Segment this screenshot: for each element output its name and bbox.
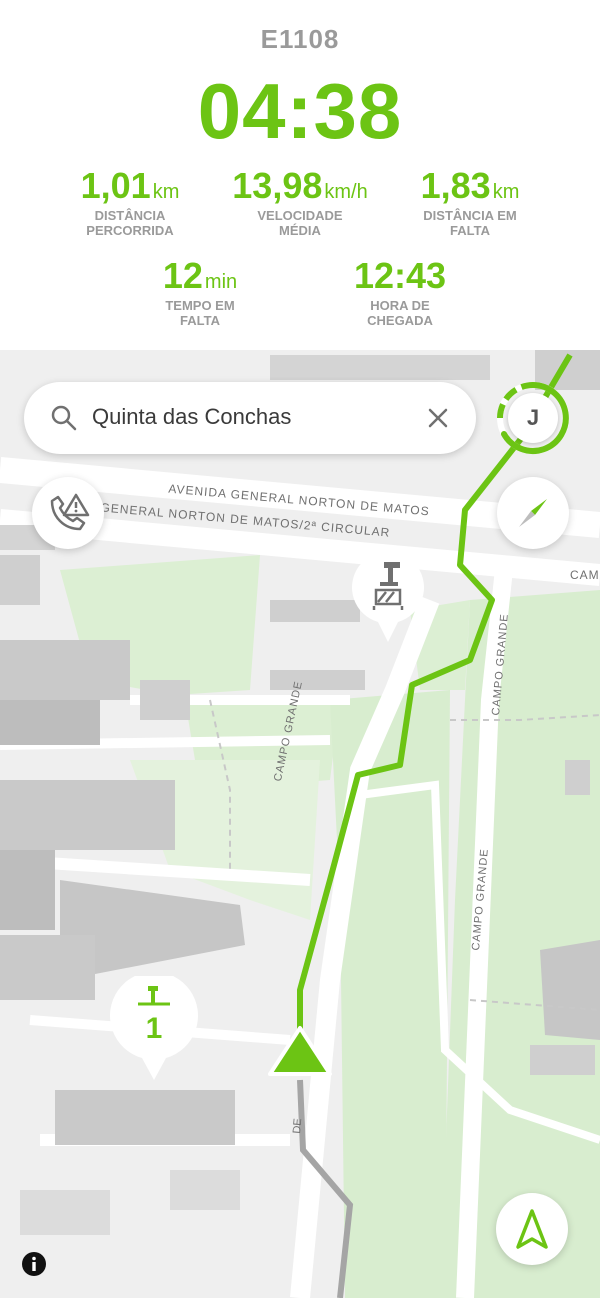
info-icon[interactable] (20, 1250, 48, 1278)
station-unavailable-icon (352, 551, 424, 642)
station-pin[interactable] (350, 550, 426, 646)
stat-unit: km (492, 181, 520, 203)
stat-value: 12 (162, 255, 203, 296)
stat-label: DISTÂNCIA EM FALTA (423, 208, 517, 238)
close-icon[interactable] (426, 406, 450, 430)
stat-value: 1,01 (80, 165, 151, 206)
dock-pin[interactable]: 1 (108, 976, 200, 1084)
search-icon (51, 405, 77, 431)
compass-button[interactable] (497, 477, 569, 549)
stat-avg-speed: 13,98 km/h VELOCIDADE MÉDIA (210, 165, 390, 239)
dock-count: 1 (145, 1012, 163, 1045)
stat-label: HORA DE CHEGADA (367, 298, 433, 328)
stat-value: 1,83 (420, 165, 491, 206)
avatar: J (508, 393, 558, 443)
stat-arrival-time: 12:43 HORA DE CHEGADA (325, 255, 475, 329)
report-issue-button[interactable] (32, 477, 104, 549)
phone-alert-icon (50, 493, 90, 531)
search-input[interactable]: Quinta das Conchas (92, 404, 291, 430)
user-location-arrow-icon (268, 1026, 332, 1076)
stat-value: 12:43 (353, 255, 447, 296)
stat-label: TEMPO EM FALTA (165, 298, 235, 328)
user-avatar-button[interactable]: J (496, 381, 570, 455)
recenter-button[interactable] (496, 1193, 568, 1265)
trip-id: E1108 (260, 24, 340, 54)
stat-distance-traveled: 1,01 km DISTÂNCIA PERCORRIDA (60, 165, 200, 239)
stat-unit: km (152, 181, 180, 203)
stat-unit: km/h (324, 181, 368, 203)
stat-label: VELOCIDADE MÉDIA (257, 208, 343, 238)
street-label: CAM (570, 568, 600, 582)
stat-value: 13,98 (232, 165, 323, 206)
stat-unit: min (204, 271, 238, 293)
search-bar[interactable]: Quinta das Conchas (24, 382, 476, 454)
elapsed-time: 04:38 (197, 67, 403, 155)
navigation-arrow-icon (516, 1209, 548, 1249)
street-label: DE (290, 1117, 305, 1135)
compass-icon (519, 499, 547, 527)
stat-distance-remaining: 1,83 km DISTÂNCIA EM FALTA (400, 165, 540, 239)
trip-header: E1108 04:38 1,01 km DISTÂNCIA PERCORRIDA … (0, 0, 600, 350)
stat-label: DISTÂNCIA PERCORRIDA (86, 208, 174, 238)
stat-time-remaining: 12 min TEMPO EM FALTA (130, 255, 270, 329)
